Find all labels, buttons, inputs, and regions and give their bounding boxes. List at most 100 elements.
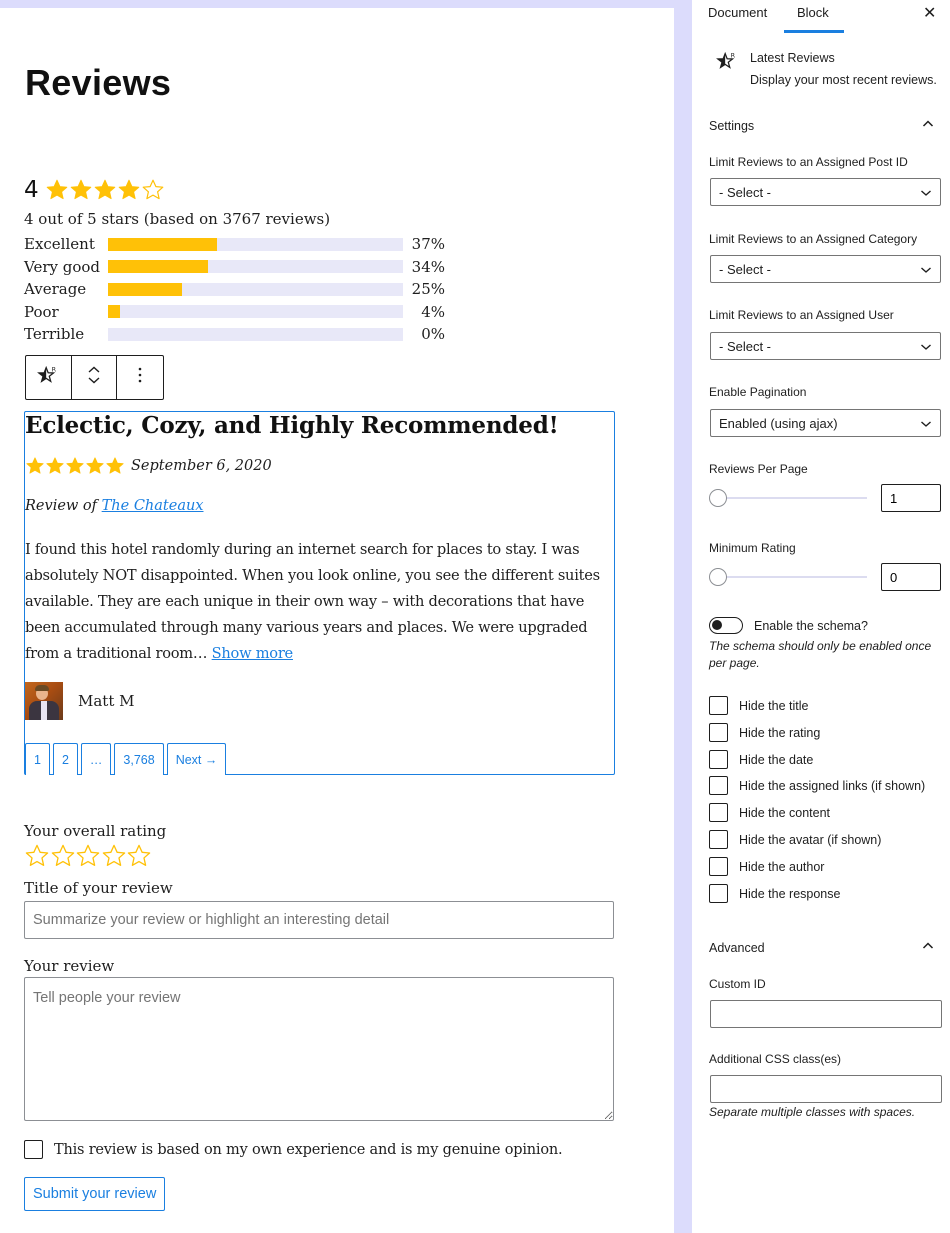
toggle-knob (712, 620, 722, 630)
slider-track (717, 576, 867, 578)
block-type-button[interactable]: R (26, 356, 72, 399)
hide-date-option[interactable]: Hide the date (709, 750, 813, 769)
star-filled-icon (69, 178, 93, 202)
latest-reviews-block-icon: R (716, 51, 738, 75)
checkbox-label: Hide the rating (739, 725, 821, 740)
hide-title-checkbox[interactable] (709, 696, 728, 715)
breakdown-bar-fill (108, 305, 120, 319)
page-link-1[interactable]: 1 (25, 743, 50, 775)
schema-toggle[interactable] (709, 617, 743, 634)
post-id-select[interactable]: - Select - (710, 178, 941, 206)
star-filled-icon (85, 456, 105, 476)
next-page-link[interactable]: Next → (166, 743, 227, 775)
breakdown-row-excellent: Excellent 37% (24, 233, 454, 256)
custom-id-label: Custom ID (709, 977, 766, 991)
min-rating-input[interactable] (881, 563, 941, 591)
checkbox-label: Hide the date (739, 752, 814, 767)
category-select[interactable]: - Select - (710, 255, 941, 283)
breakdown-label: Terrible (24, 325, 85, 344)
checkbox-label: Hide the title (739, 698, 809, 713)
hide-response-option[interactable]: Hide the response (709, 884, 840, 903)
more-options-button[interactable] (117, 356, 163, 399)
min-rating-slider[interactable] (709, 566, 869, 588)
settings-panel-toggle[interactable]: Settings (709, 119, 754, 133)
chevron-down-icon (920, 185, 932, 200)
rating-breakdown: Excellent 37% Very good 34% Average 25% … (24, 233, 454, 346)
review-text-input[interactable] (24, 977, 614, 1121)
consent-checkbox[interactable] (24, 1140, 43, 1159)
move-block-button[interactable] (72, 356, 118, 399)
review-meta: September 6, 2020 (25, 456, 272, 476)
show-more-link[interactable]: Show more (212, 645, 294, 662)
move-up-down-icon (86, 364, 102, 391)
page-ellipsis: … (80, 743, 112, 775)
review-title-input[interactable] (24, 901, 614, 939)
slider-thumb[interactable] (709, 489, 727, 507)
active-tab-indicator (784, 30, 844, 33)
chevron-up-icon[interactable] (922, 940, 934, 954)
chevron-down-icon (920, 339, 932, 354)
hide-response-checkbox[interactable] (709, 884, 728, 903)
latest-reviews-block-icon: R (37, 364, 59, 391)
breakdown-label: Very good (24, 257, 101, 276)
slider-track (717, 497, 867, 499)
min-rating-label: Minimum Rating (709, 541, 796, 555)
css-class-input[interactable] (710, 1075, 942, 1103)
block-toolbar: R (25, 355, 164, 400)
latest-reviews-block[interactable]: Eclectic, Cozy, and Highly Recommended! … (24, 411, 615, 775)
avatar (25, 682, 63, 720)
per-page-input[interactable] (881, 484, 941, 512)
page-link-last[interactable]: 3,768 (114, 743, 164, 775)
page-title[interactable]: Reviews (25, 62, 171, 104)
star-empty-icon[interactable] (75, 843, 101, 869)
hide-rating-option[interactable]: Hide the rating (709, 723, 820, 742)
tab-document[interactable]: Document (708, 5, 767, 20)
breakdown-bar-track (108, 237, 403, 251)
hide-content-option[interactable]: Hide the content (709, 803, 830, 822)
pagination-select[interactable]: Enabled (using ajax) (710, 409, 941, 437)
hide-rating-checkbox[interactable] (709, 723, 728, 742)
checkbox-label: Hide the response (739, 886, 841, 901)
tab-block[interactable]: Block (797, 5, 829, 20)
chevron-up-icon[interactable] (922, 118, 934, 132)
star-filled-icon (93, 178, 117, 202)
hide-author-option[interactable]: Hide the author (709, 857, 824, 876)
submit-review-button[interactable]: Submit your review (24, 1177, 166, 1211)
review-date: September 6, 2020 (131, 458, 272, 474)
sidebar-tabs: Document Block ✕ (692, 0, 950, 36)
custom-id-input[interactable] (710, 1000, 942, 1028)
star-filled-icon (25, 456, 45, 476)
schema-toggle-label: Enable the schema? (754, 619, 868, 633)
breakdown-row-average: Average 25% (24, 278, 454, 301)
hide-avatar-option[interactable]: Hide the avatar (if shown) (709, 830, 881, 849)
hide-avatar-checkbox[interactable] (709, 830, 728, 849)
review-author: Matt M (25, 682, 134, 720)
hide-content-checkbox[interactable] (709, 803, 728, 822)
pagination-select-value: Enabled (using ajax) (719, 415, 838, 431)
breakdown-percent: 25% (411, 280, 445, 299)
hide-assigned-links-option[interactable]: Hide the assigned links (if shown) (709, 776, 925, 795)
breakdown-bar-fill (108, 282, 182, 296)
breakdown-row-very-good: Very good 34% (24, 256, 454, 279)
star-empty-icon[interactable] (101, 843, 127, 869)
hide-author-checkbox[interactable] (709, 857, 728, 876)
user-select[interactable]: - Select - (710, 332, 941, 360)
breakdown-bar-track (108, 260, 403, 274)
star-empty-icon[interactable] (50, 843, 76, 869)
hide-assigned-links-checkbox[interactable] (709, 776, 728, 795)
block-card: R (716, 50, 738, 75)
overall-rating-input[interactable] (24, 843, 616, 869)
chevron-down-icon (920, 262, 932, 277)
hide-date-checkbox[interactable] (709, 750, 728, 769)
css-class-label: Additional CSS class(es) (709, 1052, 842, 1066)
star-empty-icon[interactable] (24, 843, 50, 869)
review-of-link[interactable]: The Chateaux (102, 498, 204, 514)
close-icon[interactable]: ✕ (923, 3, 936, 23)
per-page-slider[interactable] (709, 487, 869, 509)
hide-title-option[interactable]: Hide the title (709, 696, 808, 715)
slider-thumb[interactable] (709, 568, 727, 586)
star-empty-icon[interactable] (126, 843, 152, 869)
page-link-2[interactable]: 2 (52, 743, 78, 775)
breakdown-bar-fill (108, 260, 209, 274)
advanced-panel-toggle[interactable]: Advanced (709, 941, 765, 955)
